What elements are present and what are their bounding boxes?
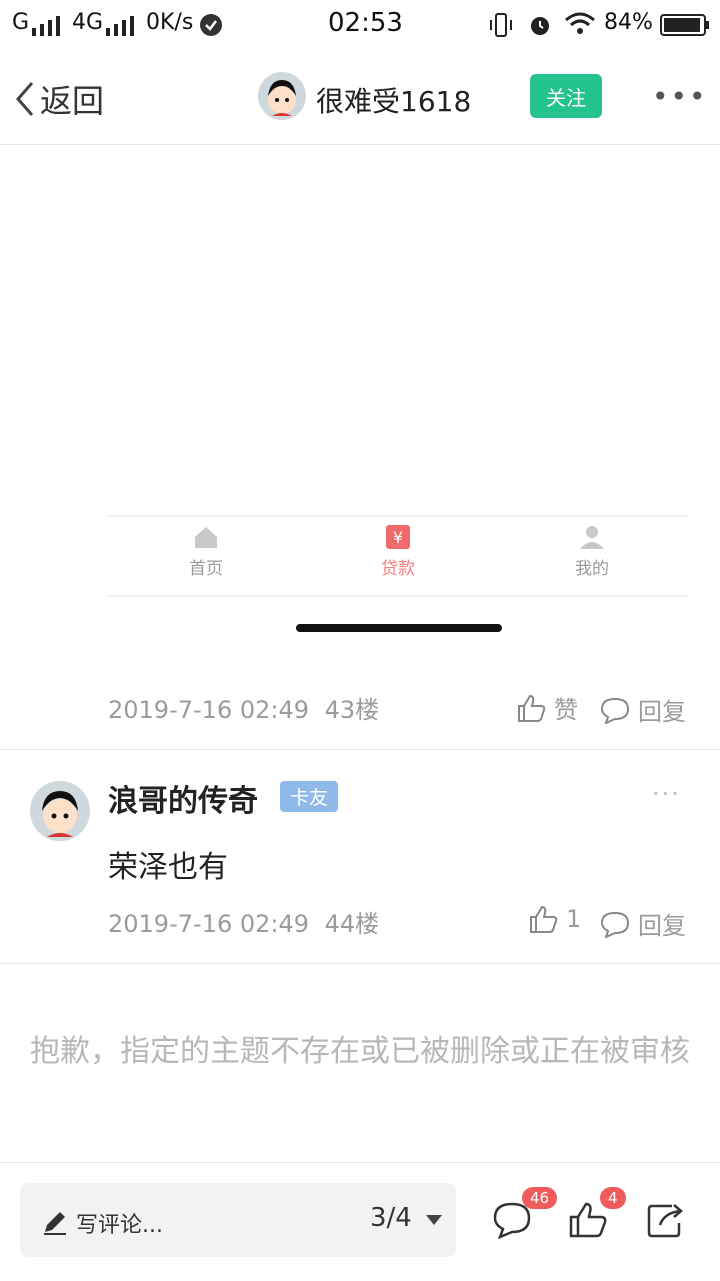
net-speed: 0K/s [146, 10, 194, 35]
home-icon [195, 527, 217, 548]
network-label: 4G [72, 10, 104, 35]
embedded-tabbar: 首页 ¥ 贷款 我的 [108, 515, 688, 597]
signal-bars-icon-2 [106, 16, 134, 36]
clock: 02:53 [328, 8, 403, 38]
caret-down-icon[interactable] [426, 1215, 442, 1225]
tab-label: 首页 [189, 559, 223, 579]
embedded-tab-home: 首页 [166, 525, 246, 579]
likes-button[interactable]: 4 [568, 1187, 626, 1243]
back-label: 返回 [40, 82, 105, 120]
like-label: 赞 [554, 696, 578, 724]
status-bar: G 4G 0K/s 02:53 84% [0, 0, 720, 52]
back-button[interactable]: 返回 [14, 76, 104, 122]
share-icon [647, 1204, 683, 1238]
write-comment-input[interactable]: 写评论... 3/4 [20, 1183, 456, 1257]
nav-header: 返回 很难受1618 关注 ••• [0, 52, 720, 145]
pencil-icon [44, 1212, 66, 1235]
tab-label: 我的 [575, 559, 609, 579]
reply-label: 回复 [638, 912, 686, 940]
yen-icon: ¥ [386, 525, 410, 549]
like-count: 1 [566, 905, 582, 933]
person-icon [580, 526, 604, 549]
battery-percent: 84% [604, 10, 653, 35]
user-badge: 卡友 [280, 781, 339, 812]
commenter-name[interactable]: 浪哥的传奇 [108, 776, 258, 820]
comment-more-button[interactable]: ··· [652, 780, 681, 808]
check-circle-icon [200, 14, 222, 36]
thumbs-up-icon [569, 1202, 607, 1238]
reply-button[interactable]: 回复 [600, 692, 686, 727]
signal-label: G [12, 10, 30, 35]
avatar[interactable] [258, 72, 306, 120]
comments-button[interactable]: 46 [492, 1187, 558, 1243]
comment-bubble-icon [600, 911, 630, 938]
reply-label: 回复 [638, 698, 686, 726]
comment-text: 荣泽也有 [108, 850, 228, 885]
tab-label: 贷款 [381, 559, 415, 579]
comment-bubble-icon [600, 697, 630, 724]
share-button[interactable] [646, 1201, 686, 1243]
signal-bars-icon [32, 16, 60, 36]
post-43-meta: 2019-7-16 02:49 43楼 [108, 690, 379, 725]
battery-icon [660, 14, 709, 36]
page-indicator[interactable]: 3/4 [370, 1203, 412, 1233]
chevron-left-icon [16, 82, 34, 116]
reply-button[interactable]: 回复 [600, 906, 686, 941]
like-button[interactable]: 赞 [516, 690, 578, 725]
post-datetime: 2019-7-16 02:49 [108, 910, 309, 938]
thumbs-up-icon [518, 694, 546, 722]
post-44-meta: 2019-7-16 02:49 44楼 [108, 904, 379, 939]
post-datetime: 2019-7-16 02:49 [108, 696, 309, 724]
user-avatar-icon [30, 781, 90, 841]
thumbs-up-icon [530, 905, 558, 933]
divider [0, 963, 720, 964]
post-floor: 43楼 [324, 696, 380, 724]
home-indicator-bar [296, 624, 502, 632]
like-button[interactable]: 1 [528, 904, 581, 934]
embedded-tab-loan: ¥ 贷款 [358, 525, 438, 579]
alarm-icon [531, 17, 549, 35]
follow-button[interactable]: 关注 [530, 74, 602, 118]
vibrate-icon [490, 13, 512, 37]
more-menu-button[interactable]: ••• [652, 80, 708, 113]
commenter-avatar[interactable] [30, 781, 90, 841]
comments-count-badge: 46 [522, 1187, 558, 1209]
likes-count-badge: 4 [600, 1187, 626, 1209]
post-floor: 44楼 [324, 910, 380, 938]
write-comment-label: 写评论... [76, 1213, 163, 1238]
svg-text:¥: ¥ [393, 528, 403, 547]
author-name[interactable]: 很难受1618 [316, 80, 471, 120]
user-avatar-icon [258, 72, 306, 120]
divider [0, 749, 720, 750]
bottom-action-bar: 写评论... 3/4 46 4 [0, 1162, 720, 1281]
embedded-tab-me: 我的 [552, 525, 632, 579]
deleted-topic-notice: 抱歉，指定的主题不存在或已被删除或正在被审核 [30, 1034, 690, 1069]
wifi-icon [565, 12, 595, 34]
